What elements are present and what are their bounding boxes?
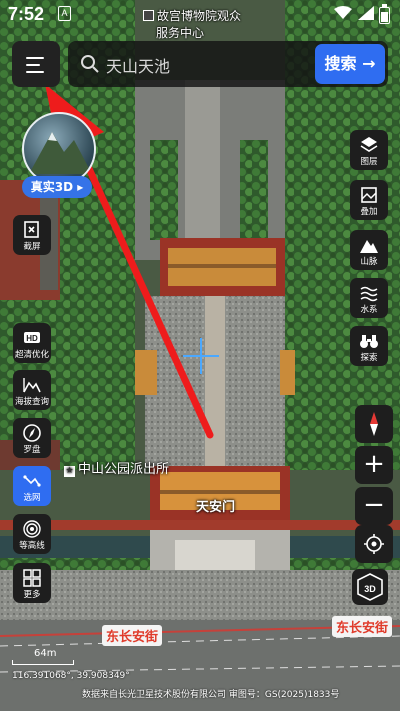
- hd-icon: HD: [24, 332, 40, 343]
- net-icon: [23, 475, 41, 487]
- svg-text:3D: 3D: [364, 584, 376, 594]
- tool-compass[interactable]: 罗盘: [13, 418, 51, 458]
- poi-visitor-center[interactable]: 故宫博物院观众 服务中心: [143, 8, 241, 42]
- data-credit: 数据来自长光卫星技术股份有限公司 审图号：GS(2025)1833号: [82, 690, 340, 700]
- contour-icon: [23, 520, 41, 538]
- search-icon: [81, 55, 99, 73]
- battery-icon: [379, 7, 390, 24]
- tool-layers[interactable]: 图层: [350, 130, 388, 170]
- screenshot-icon: [24, 221, 39, 238]
- mountain-globe-icon: [22, 112, 96, 186]
- layers-icon: [360, 137, 378, 152]
- star-icon: ★: [64, 466, 75, 477]
- real-3d-label: 真实3D ▸: [22, 176, 92, 198]
- compass-icon: [23, 424, 41, 442]
- search-input[interactable]: 天山天池: [106, 53, 170, 77]
- view-3d-button[interactable]: 3D: [352, 569, 388, 605]
- binoculars-icon: [360, 335, 378, 348]
- status-time: 7:52: [8, 4, 45, 24]
- signal-icon: [358, 6, 374, 20]
- notification-icon: A: [58, 6, 71, 21]
- svg-text:HD: HD: [26, 334, 38, 343]
- north-arrow-icon: [370, 412, 378, 436]
- tool-contour[interactable]: 等高线: [13, 514, 51, 554]
- zoom-in-icon: +: [363, 449, 385, 479]
- more-icon: [23, 569, 41, 587]
- altitude-icon: [23, 378, 41, 393]
- locate-button[interactable]: [355, 525, 393, 563]
- tool-more[interactable]: 更多: [13, 563, 51, 603]
- zoom-out-icon: −: [363, 490, 385, 520]
- overlay-icon: [361, 187, 377, 203]
- real-3d-button[interactable]: 真实3D ▸: [18, 112, 96, 198]
- poi-tiananmen[interactable]: 天安门: [196, 496, 235, 515]
- tool-mountain[interactable]: 山脉: [350, 230, 388, 270]
- zoom-in-button[interactable]: +: [355, 446, 393, 484]
- search-bar[interactable]: 天山天池 搜索 →: [68, 41, 388, 87]
- wifi-icon: [334, 6, 352, 19]
- tool-explore[interactable]: 探索: [350, 326, 388, 366]
- zoom-out-button[interactable]: −: [355, 487, 393, 525]
- coordinates-readout: 116.391068°, 39.908349°: [12, 671, 130, 681]
- satellite-map[interactable]: [0, 0, 400, 711]
- poi-police-station[interactable]: ★ 中山公园派出所: [64, 458, 169, 477]
- road-label-right: 东长安街: [332, 616, 393, 637]
- tool-altitude[interactable]: 海拔查询: [13, 370, 51, 410]
- poi-icon: [143, 10, 154, 21]
- tool-overlay[interactable]: 叠加: [350, 180, 388, 220]
- road-label-left: 东长安街: [102, 625, 163, 646]
- menu-button[interactable]: [12, 41, 60, 87]
- tool-screenshot[interactable]: 截屏: [13, 215, 51, 255]
- mountain-icon: [360, 240, 378, 253]
- compass-button[interactable]: [355, 405, 393, 443]
- water-icon: [360, 286, 378, 302]
- tool-net[interactable]: 选网: [13, 466, 51, 506]
- tool-hd-optimize[interactable]: HD 超清优化: [13, 323, 51, 363]
- locate-icon: [364, 534, 384, 554]
- tool-water[interactable]: 水系: [350, 278, 388, 318]
- cube-3d-icon: 3D: [357, 573, 383, 601]
- search-button[interactable]: 搜索 →: [315, 44, 385, 84]
